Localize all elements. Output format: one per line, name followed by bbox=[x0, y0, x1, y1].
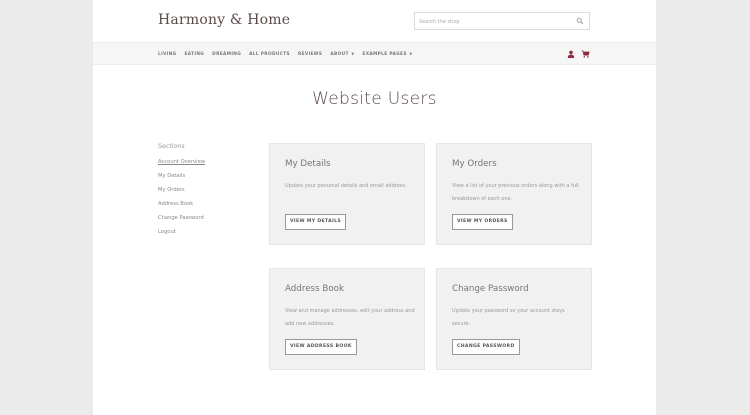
card-my-details: My Details Update your personal details … bbox=[269, 143, 425, 245]
user-icon[interactable] bbox=[567, 50, 575, 58]
view-address-book-button[interactable]: VIEW ADDRESS BOOK bbox=[285, 339, 357, 355]
nav-item-about-label: ABOUT bbox=[330, 52, 349, 57]
card-description: Update your password so your account sta… bbox=[452, 308, 565, 327]
card-title: Address Book bbox=[285, 284, 344, 294]
view-my-orders-button[interactable]: VIEW MY ORDERS bbox=[452, 214, 513, 230]
card-description: Update your personal details and email a… bbox=[285, 183, 407, 189]
view-my-details-button[interactable]: VIEW MY DETAILS bbox=[285, 214, 347, 230]
card-my-orders: My Orders View a list of your previous o… bbox=[436, 143, 592, 245]
card-title: My Orders bbox=[452, 159, 497, 169]
card-change-password: Change Password Update your password so … bbox=[436, 268, 592, 370]
card-description: View and manage addresses, edit your add… bbox=[285, 308, 415, 327]
nav-menu: LIVING EATING DREAMING ALL PRODUCTS REVI… bbox=[158, 43, 420, 66]
page-container: Harmony & Home LIVING EATING DREAMING AL… bbox=[93, 0, 656, 415]
account-sidebar: Sections Account Overview My Details My … bbox=[158, 143, 238, 239]
nav-item-example-pages-label: EXAMPLE PAGES bbox=[362, 52, 407, 57]
card-title: My Details bbox=[285, 159, 331, 169]
search-input[interactable] bbox=[419, 16, 569, 27]
card-title: Change Password bbox=[452, 284, 529, 294]
chevron-down-icon: ▼ bbox=[407, 52, 413, 56]
sidebar-item-logout[interactable]: Logout bbox=[158, 225, 238, 239]
card-description: View a list of your previous orders alon… bbox=[452, 183, 579, 202]
search-icon[interactable] bbox=[576, 17, 584, 25]
nav-item-dreaming[interactable]: DREAMING bbox=[212, 52, 241, 57]
sidebar-item-account-overview[interactable]: Account Overview bbox=[158, 155, 238, 169]
nav-item-reviews[interactable]: REVIEWS bbox=[298, 52, 322, 57]
nav-item-about[interactable]: ABOUT ▼ bbox=[330, 52, 354, 57]
nav-item-all-products[interactable]: ALL PRODUCTS bbox=[249, 52, 290, 57]
sidebar-item-change-password[interactable]: Change Password bbox=[158, 211, 238, 225]
sidebar-item-address-book[interactable]: Address Book bbox=[158, 197, 238, 211]
main-nav: LIVING EATING DREAMING ALL PRODUCTS REVI… bbox=[93, 42, 656, 65]
nav-item-example-pages[interactable]: EXAMPLE PAGES ▼ bbox=[362, 52, 412, 57]
card-address-book: Address Book View and manage addresses, … bbox=[269, 268, 425, 370]
sidebar-item-my-orders[interactable]: My Orders bbox=[158, 183, 238, 197]
nav-item-eating[interactable]: EATING bbox=[184, 52, 204, 57]
site-header: Harmony & Home bbox=[93, 0, 656, 42]
nav-item-living[interactable]: LIVING bbox=[158, 52, 176, 57]
sidebar-item-my-details[interactable]: My Details bbox=[158, 169, 238, 183]
search-box bbox=[414, 12, 590, 30]
site-logo[interactable]: Harmony & Home bbox=[158, 12, 290, 28]
change-password-button[interactable]: CHANGE PASSWORD bbox=[452, 339, 520, 355]
page-title: Website Users bbox=[312, 89, 437, 109]
chevron-down-icon: ▼ bbox=[349, 52, 355, 56]
cart-icon[interactable] bbox=[581, 50, 590, 58]
sidebar-heading: Sections bbox=[158, 143, 185, 150]
